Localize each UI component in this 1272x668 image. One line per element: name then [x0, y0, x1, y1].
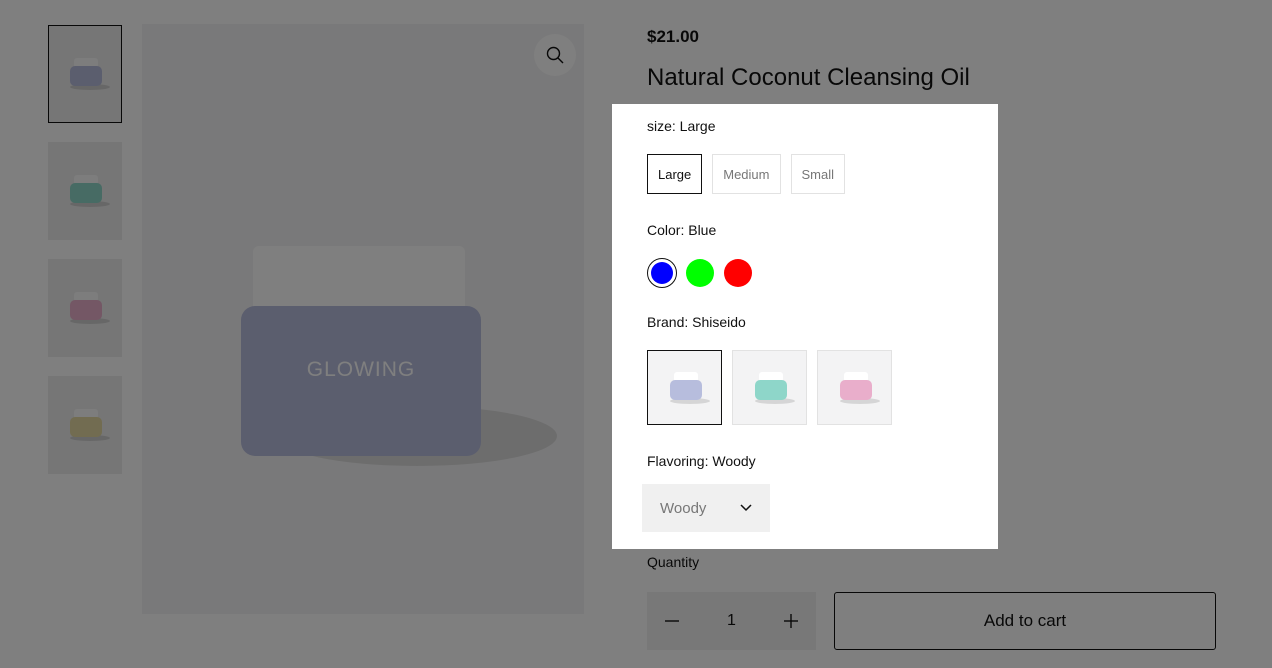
color-swatch-red[interactable] [723, 258, 753, 288]
variant-options-popup: size: Large Large Medium Small Color: Bl… [612, 104, 998, 549]
color-options [647, 258, 753, 288]
color-option-label: Color: Blue [647, 222, 717, 238]
size-option-label: size: Large [647, 118, 716, 134]
jar-image [828, 368, 882, 408]
jar-image [658, 368, 712, 408]
size-large-button[interactable]: Large [647, 154, 703, 194]
jar-image [743, 368, 797, 408]
color-swatch-blue[interactable] [647, 258, 677, 288]
chevron-down-icon [740, 504, 752, 512]
brand-option-2[interactable] [732, 350, 807, 425]
flavoring-select-value: Woody [660, 499, 707, 517]
brand-options [647, 350, 892, 425]
size-medium-button[interactable]: Medium [712, 154, 781, 194]
flavoring-select[interactable]: Woody [642, 484, 770, 532]
size-options: Large Medium Small [647, 154, 846, 194]
brand-option-label: Brand: Shiseido [647, 314, 746, 330]
brand-option-3[interactable] [817, 350, 892, 425]
size-small-button[interactable]: Small [790, 154, 846, 194]
brand-option-1[interactable] [647, 350, 722, 425]
color-swatch-green[interactable] [685, 258, 715, 288]
flavoring-option-label: Flavoring: Woody [647, 453, 756, 469]
